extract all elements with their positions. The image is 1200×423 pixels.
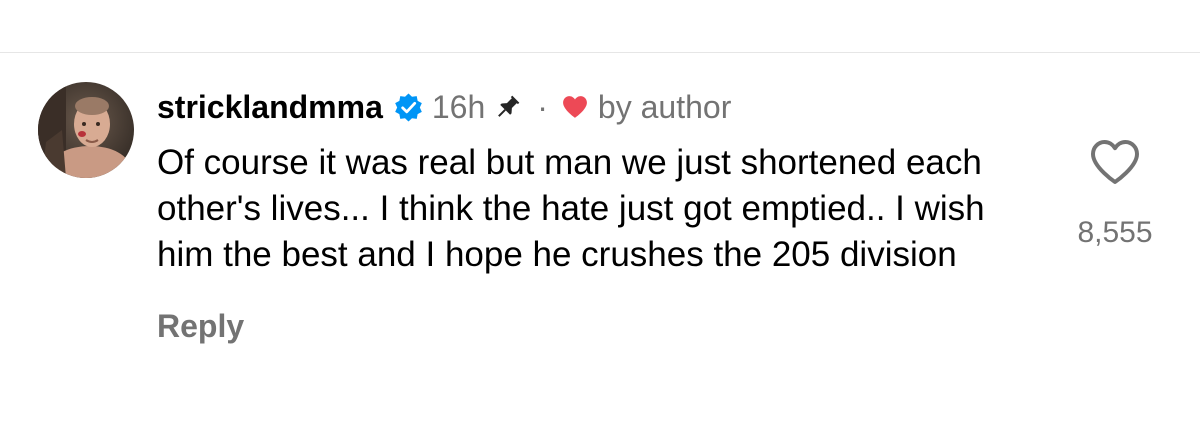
username-link[interactable]: stricklandmma: [157, 89, 383, 126]
like-count: 8,555: [1077, 216, 1153, 249]
heart-filled-icon: [562, 95, 588, 119]
heart-outline-icon[interactable]: [1089, 138, 1141, 186]
avatar-image: [38, 82, 134, 178]
comment-time: 16h: [431, 88, 486, 125]
top-divider: [0, 52, 1200, 53]
liked-by-author-label: by author: [597, 88, 732, 125]
avatar[interactable]: [38, 82, 134, 178]
verified-badge-icon: [393, 92, 424, 123]
like-area: 8,555: [1060, 138, 1170, 250]
pin-icon: [493, 92, 523, 122]
meta-separator: ·: [537, 88, 548, 125]
comment: stricklandmma 16h · by author Of course …: [157, 84, 1037, 345]
reply-button[interactable]: Reply: [157, 308, 1037, 345]
comment-text: Of course it was real but man we just sh…: [157, 143, 985, 274]
comment-meta: stricklandmma 16h · by author: [157, 84, 1037, 130]
